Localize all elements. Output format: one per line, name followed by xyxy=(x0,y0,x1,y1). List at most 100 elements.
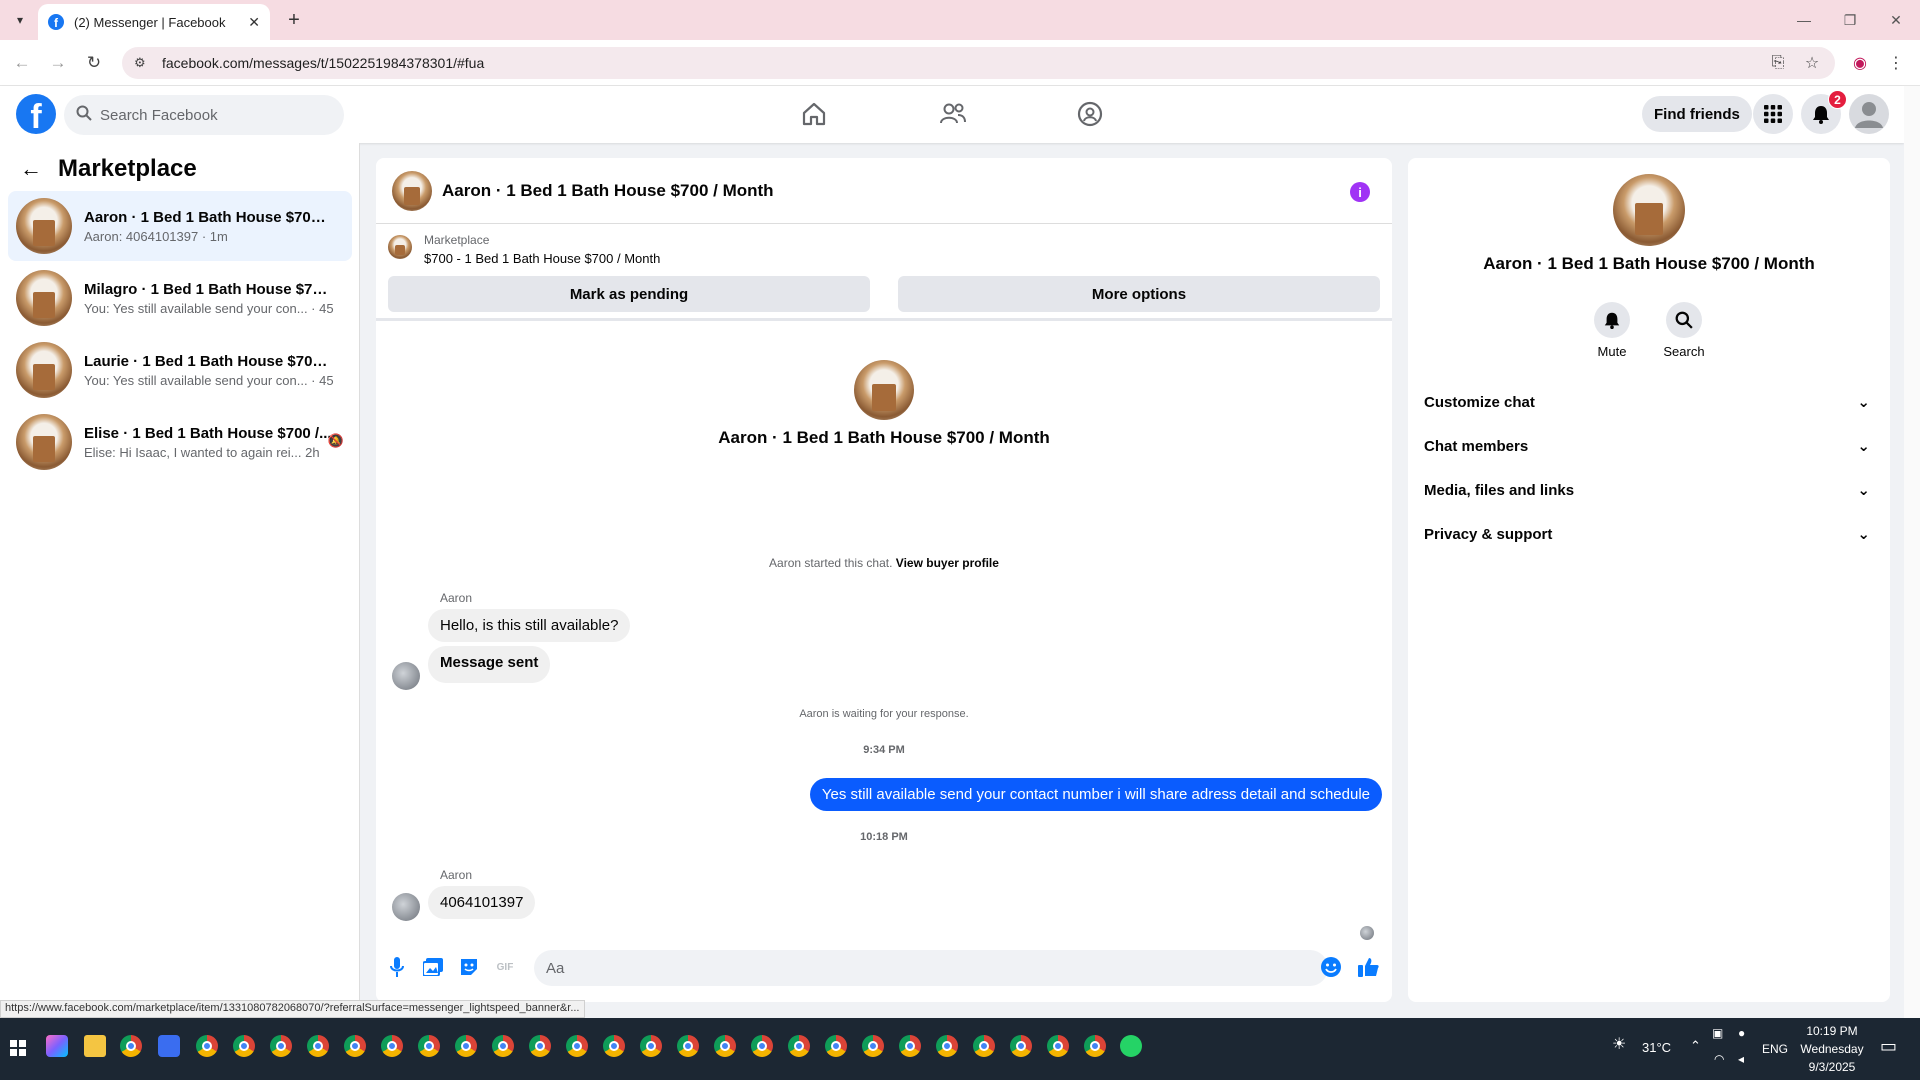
copilot-icon[interactable] xyxy=(46,1035,68,1057)
chrome-icon[interactable] xyxy=(751,1035,773,1057)
chrome-icon[interactable] xyxy=(492,1035,514,1057)
weather-icon[interactable]: ☀ xyxy=(1612,1034,1626,1054)
outgoing-message[interactable]: Yes still available send your contact nu… xyxy=(809,778,1382,811)
chrome-icon[interactable] xyxy=(1010,1035,1032,1057)
notification-center-icon[interactable]: ▭ xyxy=(1880,1036,1897,1057)
chat-members-row[interactable]: Chat members ⌄ xyxy=(1424,424,1874,468)
reload-icon[interactable]: ↻ xyxy=(80,49,108,77)
facebook-search-input[interactable]: Search Facebook xyxy=(64,95,344,135)
info-icon[interactable]: i xyxy=(1350,182,1370,202)
incoming-message[interactable]: Message sent xyxy=(428,646,551,683)
new-tab-button[interactable]: + xyxy=(280,6,308,34)
photo-icon[interactable] xyxy=(422,956,444,978)
conversation-item-elise[interactable]: Elise · 1 Bed 1 Bath House $700 /... Eli… xyxy=(8,407,352,477)
tab-close-icon[interactable]: ✕ xyxy=(248,14,260,31)
sticker-icon[interactable] xyxy=(458,956,480,978)
conversation-item-laurie[interactable]: Laurie · 1 Bed 1 Bath House $700 / ... Y… xyxy=(8,335,352,405)
chat-title[interactable]: Aaron · 1 Bed 1 Bath House $700 / Month xyxy=(442,181,774,201)
gif-icon[interactable]: GIF xyxy=(494,956,516,978)
privacy-support-row[interactable]: Privacy & support ⌄ xyxy=(1424,512,1874,556)
view-buyer-profile-link[interactable]: View buyer profile xyxy=(896,556,999,570)
conversation-item-aaron[interactable]: Aaron · 1 Bed 1 Bath House $700 / ... Aa… xyxy=(8,191,352,261)
browser-menu-icon[interactable]: ⋮ xyxy=(1882,49,1910,77)
more-options-button[interactable]: More options xyxy=(898,276,1380,312)
account-avatar[interactable] xyxy=(1849,94,1889,134)
chrome-icon[interactable] xyxy=(1084,1035,1106,1057)
thumbs-up-icon[interactable] xyxy=(1358,956,1380,978)
clock-time[interactable]: 10:19 PM xyxy=(1800,1024,1864,1038)
find-friends-button[interactable]: Find friends xyxy=(1642,96,1752,132)
whatsapp-icon[interactable] xyxy=(1120,1035,1142,1057)
chrome-icon[interactable] xyxy=(1047,1035,1069,1057)
chrome-icon[interactable] xyxy=(566,1035,588,1057)
mute-button[interactable]: Mute xyxy=(1582,302,1642,359)
mic-icon[interactable]: ● xyxy=(1738,1026,1745,1040)
chrome-icon[interactable] xyxy=(455,1035,477,1057)
back-icon[interactable]: ← xyxy=(8,49,36,77)
search-icon xyxy=(1666,302,1702,338)
menu-grid-icon[interactable] xyxy=(1753,94,1793,134)
facebook-logo-icon[interactable]: f xyxy=(16,94,56,134)
bookmark-star-icon[interactable]: ☆ xyxy=(1798,49,1826,77)
groups-icon[interactable] xyxy=(1070,94,1110,134)
chrome-icon[interactable] xyxy=(344,1035,366,1057)
chrome-icon[interactable] xyxy=(603,1035,625,1057)
mark-as-pending-button[interactable]: Mark as pending xyxy=(388,276,870,312)
chrome-icon[interactable] xyxy=(196,1035,218,1057)
customize-chat-row[interactable]: Customize chat ⌄ xyxy=(1424,380,1874,424)
chrome-icon[interactable] xyxy=(381,1035,403,1057)
media-files-links-row[interactable]: Media, files and links ⌄ xyxy=(1424,468,1874,512)
friends-icon[interactable] xyxy=(933,94,973,134)
profile-icon[interactable]: ◉ xyxy=(1846,49,1874,77)
chrome-icon[interactable] xyxy=(788,1035,810,1057)
conversation-item-milagro[interactable]: Milagro · 1 Bed 1 Bath House $700 ... Yo… xyxy=(8,263,352,333)
restore-button[interactable]: ❐ xyxy=(1827,0,1873,40)
wifi-icon[interactable]: ◠ xyxy=(1714,1052,1724,1066)
volume-icon[interactable]: ◂ xyxy=(1738,1052,1744,1066)
chrome-icon[interactable] xyxy=(825,1035,847,1057)
chrome-icon[interactable] xyxy=(714,1035,736,1057)
back-arrow-icon[interactable]: ← xyxy=(20,156,42,182)
close-window-button[interactable]: ✕ xyxy=(1873,0,1919,40)
incoming-message[interactable]: 4064101397 xyxy=(428,886,536,919)
chrome-icon[interactable] xyxy=(677,1035,699,1057)
forward-icon[interactable]: → xyxy=(44,49,72,77)
chrome-icon[interactable] xyxy=(270,1035,292,1057)
page-scrollbar[interactable] xyxy=(1904,86,1920,1018)
chrome-icon[interactable] xyxy=(973,1035,995,1057)
chrome-icon[interactable] xyxy=(640,1035,662,1057)
browser-tab[interactable]: f (2) Messenger | Facebook ✕ xyxy=(38,4,270,40)
marketplace-item-title[interactable]: $700 - 1 Bed 1 Bath House $700 / Month xyxy=(424,251,660,266)
emoji-icon[interactable] xyxy=(1320,956,1342,978)
chrome-icon[interactable] xyxy=(233,1035,255,1057)
windows-start-icon[interactable] xyxy=(10,1040,26,1056)
chrome-icon[interactable] xyxy=(529,1035,551,1057)
site-info-icon[interactable]: ⚙ xyxy=(134,55,152,71)
search-in-chat-button[interactable]: Search xyxy=(1654,302,1714,359)
camera-icon[interactable]: ▣ xyxy=(1712,1026,1723,1040)
sender-avatar[interactable] xyxy=(392,893,420,921)
minimize-button[interactable]: — xyxy=(1781,0,1827,40)
home-icon[interactable] xyxy=(794,94,834,134)
file-explorer-icon[interactable] xyxy=(84,1035,106,1057)
chrome-icon[interactable] xyxy=(418,1035,440,1057)
chrome-icon[interactable] xyxy=(120,1035,142,1057)
chrome-icon[interactable] xyxy=(862,1035,884,1057)
chrome-icon[interactable] xyxy=(936,1035,958,1057)
chrome-icon[interactable] xyxy=(899,1035,921,1057)
listing-thumbnail[interactable] xyxy=(388,235,412,259)
message-input[interactable]: Aa xyxy=(534,950,1328,986)
incoming-message[interactable]: Hello, is this still available? xyxy=(428,609,631,642)
chrome-icon[interactable] xyxy=(307,1035,329,1057)
install-app-icon[interactable]: ⎘ xyxy=(1764,49,1792,77)
chat-avatar[interactable] xyxy=(392,170,432,211)
language[interactable]: ENG xyxy=(1762,1042,1788,1056)
sender-avatar[interactable] xyxy=(392,662,420,690)
profile-avatar[interactable] xyxy=(1613,174,1685,246)
chevron-up-icon[interactable]: ⌃ xyxy=(1690,1038,1701,1054)
tab-list-button[interactable]: ▾ xyxy=(8,8,32,32)
app-icon[interactable] xyxy=(158,1035,180,1057)
temperature[interactable]: 31°C xyxy=(1642,1040,1671,1055)
microphone-icon[interactable] xyxy=(386,956,408,978)
address-bar[interactable]: ⚙ facebook.com/messages/t/15022519843783… xyxy=(122,47,1835,79)
